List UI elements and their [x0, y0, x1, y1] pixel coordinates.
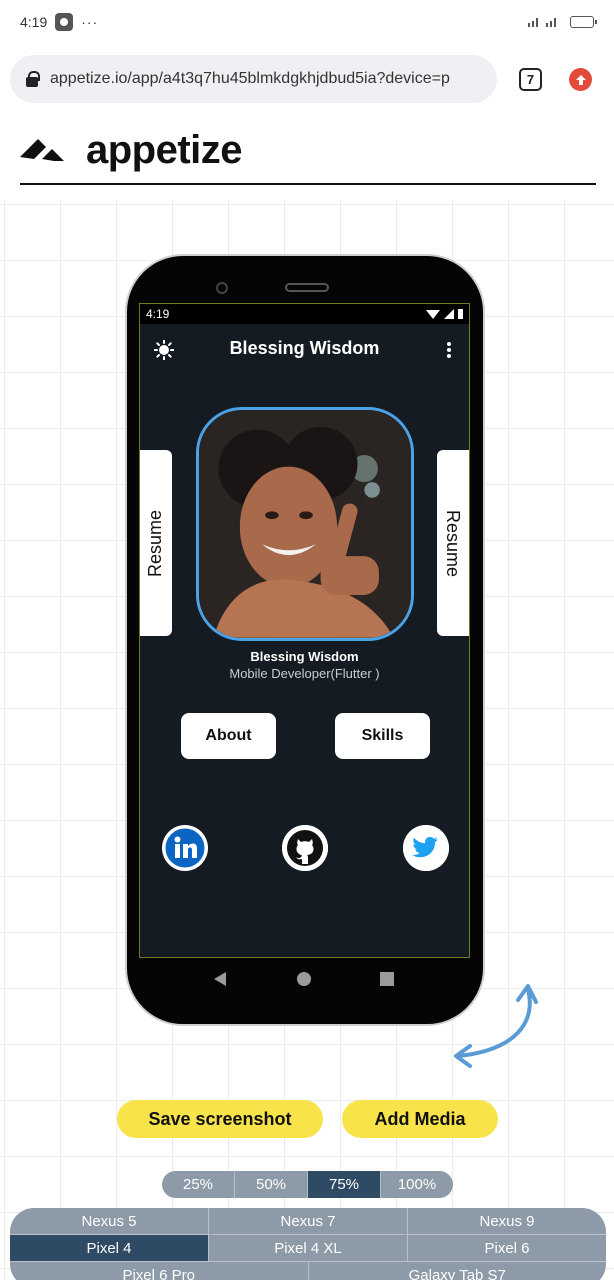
- overflow-menu-icon[interactable]: [447, 342, 451, 358]
- front-camera: [216, 282, 228, 294]
- add-media-button[interactable]: Add Media: [342, 1100, 498, 1138]
- skills-button[interactable]: Skills: [335, 713, 430, 759]
- nav-recents-icon[interactable]: [380, 972, 394, 986]
- twitter-icon[interactable]: [403, 825, 449, 871]
- profile-photo: [196, 407, 414, 641]
- resume-right-tab[interactable]: Resume: [437, 450, 469, 636]
- appetize-header: appetize: [20, 125, 243, 175]
- device-selector: Nexus 5 Nexus 7 Nexus 9 Pixel 4 Pixel 4 …: [10, 1208, 606, 1280]
- device-option-pixel-6[interactable]: Pixel 6: [408, 1235, 606, 1261]
- device-status-icons: [426, 309, 463, 319]
- appetize-logo-icon: [20, 139, 64, 161]
- nav-home-icon[interactable]: [297, 972, 311, 986]
- rotate-device-icon[interactable]: [448, 980, 544, 1070]
- app-title: Blessing Wisdom: [229, 338, 380, 358]
- resume-left-label: Resume: [145, 509, 166, 577]
- zoom-option-50[interactable]: 50%: [235, 1171, 308, 1198]
- more-notifications-icon: ···: [81, 14, 99, 30]
- system-status-bar: 4:19 ···: [0, 0, 614, 44]
- system-time: 4:19: [20, 14, 48, 30]
- linkedin-icon[interactable]: [162, 825, 208, 871]
- device-row: Pixel 4 Pixel 4 XL Pixel 6: [10, 1235, 606, 1262]
- device-screen[interactable]: 4:19 Blessing Wisdom Resume Resume Bless…: [139, 303, 470, 958]
- lock-icon: [26, 70, 40, 87]
- device-row: Nexus 5 Nexus 7 Nexus 9: [10, 1208, 606, 1235]
- wifi-icon: [426, 309, 440, 319]
- battery-icon: [570, 16, 597, 28]
- device-battery-icon: [458, 309, 463, 319]
- resume-left-tab[interactable]: Resume: [140, 450, 172, 636]
- profile-name: Blessing Wisdom: [250, 649, 359, 664]
- cell-signal-icon: [444, 309, 454, 319]
- earpiece-speaker: [285, 283, 329, 292]
- zoom-option-100[interactable]: 100%: [381, 1171, 453, 1198]
- zoom-option-75[interactable]: 75%: [308, 1171, 381, 1198]
- device-option-pixel-4[interactable]: Pixel 4: [10, 1235, 209, 1261]
- brand-name: appetize: [86, 127, 243, 172]
- header-divider: [20, 183, 596, 185]
- resume-right-label: Resume: [443, 509, 464, 577]
- tab-switcher-button[interactable]: 7: [519, 68, 542, 91]
- save-screenshot-button[interactable]: Save screenshot: [117, 1100, 323, 1138]
- device-option-nexus-9[interactable]: Nexus 9: [408, 1208, 606, 1234]
- device-option-pixel-6-pro[interactable]: Pixel 6 Pro: [10, 1262, 309, 1280]
- profile-portrait-image: [199, 410, 411, 638]
- browser-viewport: 4:19 ··· appetize.io/app/a4t3q7hu45blmkd…: [0, 0, 614, 1280]
- notification-icon: [55, 13, 74, 31]
- device-status-bar: 4:19: [140, 304, 469, 324]
- zoom-option-25[interactable]: 25%: [162, 1171, 235, 1198]
- device-option-nexus-7[interactable]: Nexus 7: [209, 1208, 408, 1234]
- device-option-pixel-4-xl[interactable]: Pixel 4 XL: [209, 1235, 408, 1261]
- url-text[interactable]: appetize.io/app/a4t3q7hu45blmkdgkhjdbud5…: [50, 70, 450, 88]
- profile-role: Mobile Developer(Flutter ): [229, 666, 380, 681]
- upload-icon[interactable]: [569, 68, 592, 91]
- about-button[interactable]: About: [181, 713, 276, 759]
- address-bar[interactable]: appetize.io/app/a4t3q7hu45blmkdgkhjdbud5…: [10, 55, 497, 103]
- device-option-nexus-5[interactable]: Nexus 5: [10, 1208, 209, 1234]
- signal-icon: [526, 15, 562, 30]
- device-row: Pixel 6 Pro Galaxy Tab S7: [10, 1262, 606, 1280]
- github-icon[interactable]: [282, 825, 328, 871]
- zoom-selector: 25% 50% 75% 100%: [162, 1171, 453, 1198]
- system-indicators: [526, 15, 597, 30]
- device-option-galaxy-tab-s7[interactable]: Galaxy Tab S7: [309, 1262, 607, 1280]
- nav-back-icon[interactable]: [214, 972, 226, 986]
- device-time: 4:19: [146, 307, 170, 321]
